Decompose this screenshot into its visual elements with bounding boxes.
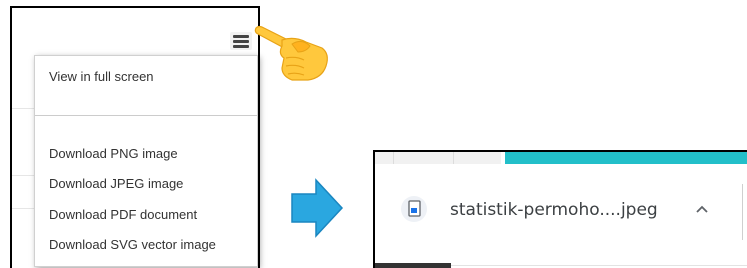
chevron-up-icon[interactable] [692, 200, 712, 218]
menu-item-download-jpeg[interactable]: Download JPEG image [49, 176, 183, 191]
menu-item-download-png[interactable]: Download PNG image [49, 146, 178, 161]
hamburger-bar [233, 35, 249, 38]
download-item[interactable]: statistik-permoho....jpeg [395, 196, 725, 226]
shelf-bottom-line [451, 265, 747, 266]
download-shelf: statistik-permoho....jpeg [373, 150, 747, 268]
chart-gridline [12, 175, 36, 176]
menu-separator [35, 115, 257, 116]
chart-gridline [12, 208, 36, 209]
image-file-icon [401, 196, 427, 222]
page-strip-divider [393, 152, 394, 164]
taskbar-strip [375, 263, 451, 268]
page-accent-bar [505, 152, 747, 164]
chart-gridline [12, 108, 36, 109]
hamburger-bar [233, 40, 249, 43]
export-context-menu: View in full screen Download PNG image D… [34, 55, 258, 267]
page-strip-divider [453, 152, 454, 164]
menu-item-download-svg[interactable]: Download SVG vector image [49, 237, 216, 252]
hamburger-bar [233, 45, 249, 48]
pointing-hand-icon [254, 25, 328, 81]
right-arrow-icon [291, 178, 344, 238]
menu-item-download-pdf[interactable]: Download PDF document [49, 207, 197, 222]
shelf-divider [742, 184, 743, 240]
download-file-name: statistik-permoho....jpeg [450, 200, 658, 220]
menu-item-view-full-screen[interactable]: View in full screen [49, 69, 154, 84]
hamburger-menu-icon[interactable] [230, 32, 252, 50]
